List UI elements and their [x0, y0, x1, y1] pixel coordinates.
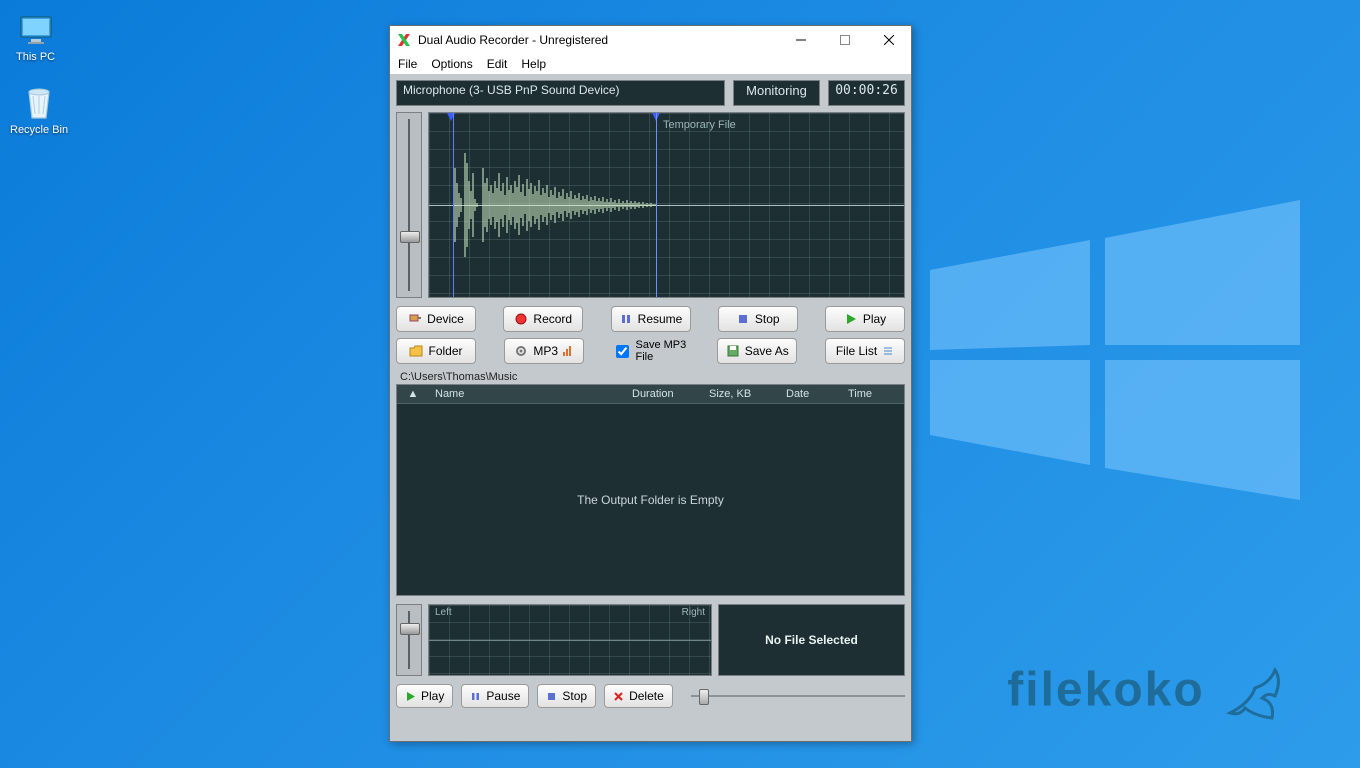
gear-icon [514, 344, 528, 358]
file-list-button[interactable]: File List [825, 338, 905, 364]
slider-knob[interactable] [699, 689, 709, 705]
play-icon [844, 312, 858, 326]
windows-logo-bg [900, 200, 1320, 500]
desktop-icon-this-pc[interactable]: This PC [16, 12, 55, 63]
fader-knob[interactable] [400, 231, 420, 243]
play-icon [405, 691, 416, 702]
resume-button[interactable]: Resume [611, 306, 691, 332]
desktop-icon-recycle-bin[interactable]: Recycle Bin [10, 85, 68, 136]
watermark: filekoko [1007, 658, 1290, 728]
maximize-button[interactable] [823, 26, 867, 54]
pause-icon [619, 312, 633, 326]
stop-button[interactable]: Stop [718, 306, 798, 332]
app-icon [396, 32, 412, 48]
preview-play-button[interactable]: Play [396, 684, 453, 708]
file-list-empty: The Output Folder is Empty [397, 404, 904, 595]
status-display: Monitoring [733, 80, 820, 106]
stop-icon [546, 691, 557, 702]
close-button[interactable] [867, 26, 911, 54]
list-icon [882, 345, 894, 357]
file-list[interactable]: ▲ Name Duration Size, KB Date Time The O… [396, 384, 905, 596]
device-icon [408, 312, 422, 326]
minimize-button[interactable] [779, 26, 823, 54]
preview-waveform[interactable]: Left Right [428, 604, 712, 676]
waveform-icon [453, 113, 658, 297]
play-button[interactable]: Play [825, 306, 905, 332]
channel-right-label: Right [682, 607, 705, 618]
record-icon [514, 312, 528, 326]
window-title: Dual Audio Recorder - Unregistered [418, 33, 779, 47]
col-name[interactable]: Name [429, 388, 626, 400]
channel-left-label: Left [435, 607, 452, 618]
mp3-settings-button[interactable]: MP3 [504, 338, 584, 364]
bird-icon [1220, 658, 1290, 728]
timer-display: 00:00:26 [828, 80, 905, 106]
folder-icon [409, 344, 423, 358]
bin-icon [21, 85, 57, 121]
menu-file[interactable]: File [398, 57, 417, 71]
file-list-header[interactable]: ▲ Name Duration Size, KB Date Time [397, 385, 904, 404]
output-path: C:\Users\Thomas\Music [396, 370, 905, 384]
monitor-icon [18, 12, 54, 48]
desktop-icon-label: Recycle Bin [10, 124, 68, 136]
titlebar[interactable]: Dual Audio Recorder - Unregistered [390, 26, 911, 54]
no-file-display: No File Selected [718, 604, 905, 676]
output-level-fader[interactable] [396, 604, 422, 676]
fader-knob[interactable] [400, 623, 420, 635]
equalizer-icon [563, 346, 573, 356]
col-date[interactable]: Date [780, 388, 842, 400]
app-window: Dual Audio Recorder - Unregistered File … [389, 25, 912, 742]
sort-indicator-icon[interactable]: ▲ [397, 388, 429, 400]
preview-stop-button[interactable]: Stop [537, 684, 596, 708]
pause-icon [470, 691, 481, 702]
checkbox-icon[interactable] [616, 345, 629, 358]
folder-button[interactable]: Folder [396, 338, 476, 364]
x-icon [613, 691, 624, 702]
menu-edit[interactable]: Edit [487, 57, 508, 71]
col-size[interactable]: Size, KB [703, 388, 780, 400]
save-mp3-checkbox[interactable]: Save MP3 File [612, 338, 690, 364]
save-as-button[interactable]: Save As [717, 338, 797, 364]
waveform-label: Temporary File [663, 119, 736, 131]
col-time[interactable]: Time [842, 388, 904, 400]
menu-help[interactable]: Help [521, 57, 546, 71]
device-display[interactable]: Microphone (3- USB PnP Sound Device) [396, 80, 725, 106]
col-duration[interactable]: Duration [626, 388, 703, 400]
record-button[interactable]: Record [503, 306, 583, 332]
device-button[interactable]: Device [396, 306, 476, 332]
playback-position-slider[interactable] [691, 685, 905, 707]
menubar: File Options Edit Help [390, 54, 911, 74]
save-icon [726, 344, 740, 358]
menu-options[interactable]: Options [431, 57, 472, 71]
waveform-display[interactable]: Temporary File [428, 112, 905, 298]
preview-pause-button[interactable]: Pause [461, 684, 529, 708]
desktop-icon-label: This PC [16, 51, 55, 63]
delete-button[interactable]: Delete [604, 684, 673, 708]
input-level-fader[interactable] [396, 112, 422, 298]
stop-icon [736, 312, 750, 326]
